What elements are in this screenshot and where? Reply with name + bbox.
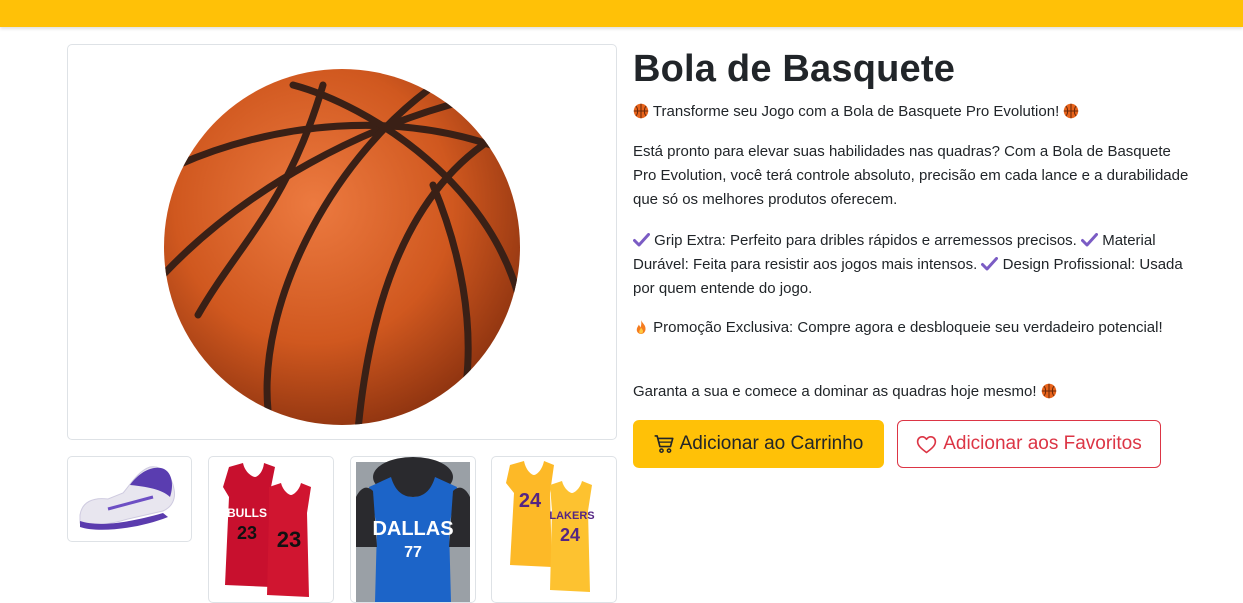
cart-icon [654, 435, 674, 453]
lakers-jersey-image: 24 LAKERS 24 [506, 461, 595, 592]
svg-text:DALLAS: DALLAS [372, 518, 453, 540]
bulls-jersey-image: BULLS 23 23 [223, 463, 311, 597]
svg-text:77: 77 [404, 544, 422, 561]
thumbnail-lakers-jersey[interactable]: 24 LAKERS 24 [491, 456, 617, 603]
svg-text:23: 23 [237, 523, 257, 543]
fire-icon [633, 319, 649, 335]
svg-text:BULLS: BULLS [227, 506, 267, 520]
svg-text:24: 24 [519, 490, 542, 512]
product-features: Grip Extra: Perfeito para dribles rápido… [633, 229, 1193, 301]
svg-text:24: 24 [560, 525, 580, 545]
feature-item: Grip Extra: Perfeito para dribles rápido… [654, 232, 1077, 249]
promo-text: Promoção Exclusiva: Compre agora e desbl… [653, 319, 1163, 336]
product-tagline: Transforme seu Jogo com a Bola de Basque… [633, 100, 1193, 124]
svg-text:LAKERS: LAKERS [549, 510, 594, 522]
thumbnail-bulls-jersey[interactable]: BULLS 23 23 [208, 456, 334, 603]
tagline-text: Transforme seu Jogo com a Bola de Basque… [652, 103, 1060, 120]
basketball-image [164, 69, 520, 425]
basketball-emoji-icon [1041, 383, 1057, 399]
thumbnail-mavericks-jersey[interactable]: DALLAS 77 [350, 456, 476, 603]
product-title: Bola de Basquete [633, 48, 956, 90]
check-icon [981, 257, 998, 271]
add-to-favorites-button[interactable]: Adicionar aos Favoritos [897, 420, 1161, 468]
add-to-cart-label: Adicionar ao Carrinho [679, 433, 864, 454]
product-intro: Está pronto para elevar suas habilidades… [633, 143, 1189, 208]
basketball-emoji-icon [1063, 103, 1079, 119]
top-navbar [0, 0, 1243, 27]
closing-text: Garanta a sua e comece a dominar as quad… [633, 383, 1037, 400]
heart-icon [917, 435, 937, 453]
product-closing: Garanta a sua e comece a dominar as quad… [633, 380, 1193, 404]
sneaker-image [79, 466, 175, 530]
check-icon [633, 233, 650, 247]
check-icon [1081, 233, 1098, 247]
mavericks-jersey-image: DALLAS 77 [356, 457, 470, 602]
basketball-emoji-icon [633, 103, 649, 119]
thumbnail-sneaker[interactable] [67, 456, 192, 542]
main-product-image [67, 44, 617, 440]
svg-text:23: 23 [277, 527, 301, 552]
product-promo: Promoção Exclusiva: Compre agora e desbl… [633, 316, 1193, 340]
add-to-cart-button[interactable]: Adicionar ao Carrinho [633, 420, 884, 468]
add-to-favorites-label: Adicionar aos Favoritos [943, 433, 1142, 454]
